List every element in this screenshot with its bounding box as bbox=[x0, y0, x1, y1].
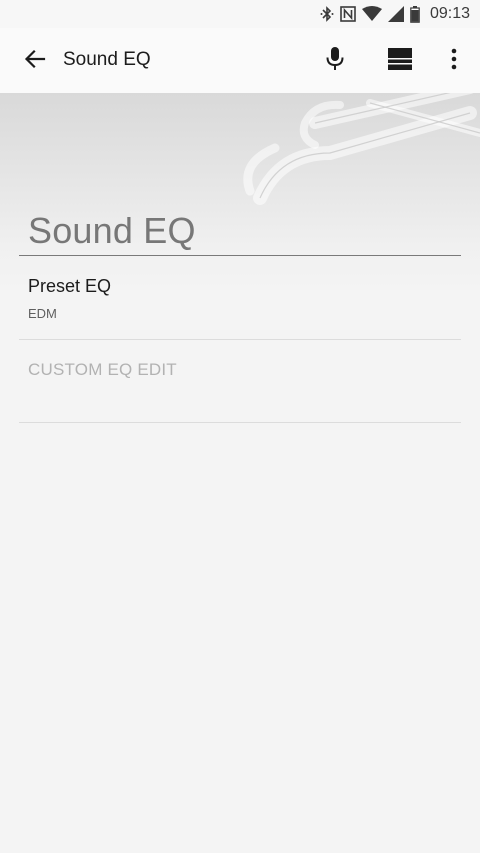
back-arrow-icon bbox=[24, 48, 46, 75]
custom-eq-edit-button[interactable]: CUSTOM EQ EDIT bbox=[0, 340, 480, 422]
page-title: Sound EQ bbox=[28, 210, 196, 251]
app-bar: Sound EQ bbox=[0, 28, 480, 93]
app-bar-title: Sound EQ bbox=[63, 49, 151, 70]
preset-eq-item[interactable]: Preset EQ EDM bbox=[0, 256, 480, 339]
divider bbox=[19, 422, 461, 423]
bluetooth-icon bbox=[320, 6, 334, 22]
back-button[interactable] bbox=[20, 46, 50, 76]
voice-search-button[interactable] bbox=[319, 45, 351, 77]
wrench-icon bbox=[220, 93, 480, 218]
nfc-icon bbox=[340, 6, 356, 22]
more-options-button[interactable] bbox=[438, 45, 470, 77]
custom-eq-edit-label: CUSTOM EQ EDIT bbox=[28, 360, 177, 379]
theme-icon bbox=[388, 47, 412, 76]
more-options-icon bbox=[451, 48, 457, 75]
wifi-icon bbox=[361, 6, 382, 22]
preset-eq-value: EDM bbox=[28, 306, 57, 321]
battery-icon bbox=[410, 5, 420, 23]
status-time: 09:13 bbox=[429, 5, 470, 22]
theme-button[interactable] bbox=[384, 45, 416, 77]
status-icons: 09:13 bbox=[320, 4, 470, 24]
microphone-icon bbox=[325, 46, 345, 77]
preset-eq-title: Preset EQ bbox=[28, 276, 112, 296]
status-bar: 09:13 bbox=[0, 0, 480, 28]
cellular-signal-icon bbox=[387, 6, 404, 22]
